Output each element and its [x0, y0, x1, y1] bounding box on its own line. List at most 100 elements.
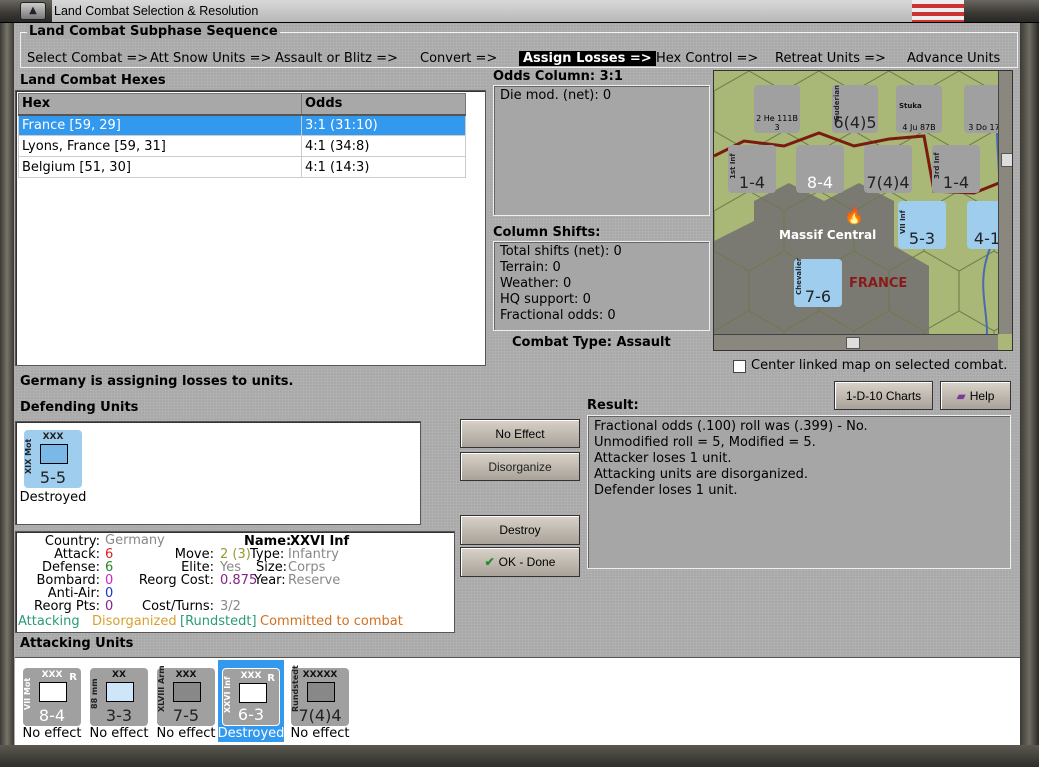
window-menu-button[interactable]: ▲: [20, 2, 46, 20]
status-attacking: Attacking: [18, 614, 80, 629]
table-row[interactable]: France [59, 29] 3:1 (31:10): [18, 114, 466, 136]
unit-counter-text: R: [69, 672, 77, 683]
no-effect-button[interactable]: No Effect: [460, 419, 580, 448]
vscroll-thumb[interactable]: [1001, 153, 1012, 167]
hexes-table-box: Hex Odds France [59, 29] 3:1 (31:10) Lyons…: [15, 90, 486, 366]
map-view[interactable]: Massif Central FRANCE 🔥 2 He 111B 3 Gude…: [713, 70, 1013, 351]
artillery-icon: [106, 682, 134, 702]
map-counter[interactable]: 2 He 111B 3: [754, 85, 800, 133]
destroy-button[interactable]: Destroy: [460, 515, 580, 545]
ok-done-button[interactable]: ✔ OK - Done: [460, 547, 580, 577]
window-frame-left: [0, 23, 14, 767]
shift-hq: HQ support: 0: [500, 292, 591, 307]
shift-total: Total shifts (net): 0: [500, 244, 622, 259]
status-disorganized: Disorganized: [92, 614, 177, 629]
attacking-unit-counter[interactable]: XXXXX Rundstedt 7(4)4: [291, 665, 349, 726]
shift-weather: Weather: 0: [500, 276, 572, 291]
col-hex[interactable]: Hex: [18, 93, 302, 116]
map-counter[interactable]: 3rd Inf 1-4: [932, 145, 980, 193]
result-line: Attacker loses 1 unit.: [594, 451, 732, 466]
result-line: Defender loses 1 unit.: [594, 483, 738, 498]
attacking-unit-counter[interactable]: XXX VII Mot R 8-4: [23, 668, 81, 726]
checkmark-icon: ✔: [484, 555, 495, 569]
odds-cell: 4:1 (34:8): [301, 135, 466, 157]
map-counter[interactable]: 7(4)4: [864, 145, 912, 193]
step-retreat-units: Retreat Units =>: [775, 51, 886, 66]
hex-cell: Lyons, France [59, 31]: [18, 135, 302, 157]
map-label-massif: Massif Central: [779, 228, 876, 242]
map-counter[interactable]: Chevalier 7-6: [794, 258, 842, 307]
window-frame-right: [1020, 23, 1039, 767]
combat-type: Combat Type: Assault: [512, 335, 671, 350]
col-odds[interactable]: Odds: [301, 93, 466, 116]
armor-icon: [173, 682, 201, 702]
attacking-unit-counter[interactable]: XX 88 mm 3-3: [90, 668, 148, 726]
unit-counter-text: 5-3: [908, 229, 936, 248]
disorganize-button[interactable]: Disorganize: [460, 452, 580, 481]
reorg-value: 0: [105, 599, 114, 614]
attacking-unit-result: No effect: [22, 726, 82, 741]
shifts-title: Column Shifts:: [493, 225, 601, 240]
map-hscrollbar[interactable]: [714, 334, 998, 350]
help-button[interactable]: ▰ Help: [940, 381, 1011, 410]
unit-counter-text: 8-4: [38, 706, 66, 725]
defending-unit-counter[interactable]: XXX XIX Mot 5-5: [24, 430, 82, 488]
reorg-label: Reorg Pts:: [34, 599, 100, 614]
attacking-units-panel: XXX VII Mot R 8-4 No effect XX 88 mm 3-3 No e…: [15, 657, 1020, 745]
hexes-title: Land Combat Hexes: [20, 73, 166, 88]
cost-turns-label: Cost/Turns:: [142, 599, 214, 614]
unit-counter-text: 7-6: [804, 287, 832, 306]
result-line: Attacking units are disorganized.: [594, 467, 808, 482]
unit-counter-text: 6(4)5: [833, 113, 877, 132]
help-book-icon: ▰: [956, 388, 966, 403]
attacking-unit-result: No effect: [156, 726, 216, 741]
reorg-cost-label: Reorg Cost:: [138, 573, 214, 588]
charts-button[interactable]: 1-D-10 Charts: [834, 381, 933, 410]
map-label-france: FRANCE: [849, 276, 907, 291]
center-map-checkbox[interactable]: [733, 360, 746, 373]
subphase-sequence: Land Combat Subphase Sequence Select Com…: [20, 24, 1018, 68]
odds-cell: 3:1 (31:10): [301, 114, 466, 136]
motorized-infantry-icon: [40, 444, 68, 464]
hscroll-thumb[interactable]: [846, 337, 860, 349]
attacking-unit-counter[interactable]: XXX XXVI Inf R 6-3: [222, 668, 280, 726]
unit-counter-text: 7(4)4: [298, 706, 342, 725]
map-counter[interactable]: VII Inf 5-3: [898, 201, 946, 249]
map-counter[interactable]: Stuka 4 Ju 87B: [896, 85, 942, 133]
window-frame-bottom: [0, 745, 1039, 767]
step-hex-control: Hex Control =>: [656, 51, 759, 66]
map-counter[interactable]: Guderian 6(4)5: [832, 85, 878, 133]
unit-counter-text: R: [267, 673, 275, 684]
year-label: Year:: [254, 573, 286, 588]
step-convert: Convert =>: [420, 51, 498, 66]
combat-fire-icon: 🔥: [844, 206, 864, 225]
unit-info-box: Country: Germany Attack: 6 Defense: 6 Bomba…: [15, 531, 455, 633]
subphase-title: Land Combat Subphase Sequence: [27, 24, 280, 39]
map-counter-name: Stuka: [899, 102, 922, 110]
table-row[interactable]: Belgium [51, 30] 4:1 (14:3): [18, 156, 466, 178]
odds-title: Odds Column: 3:1: [493, 69, 623, 84]
map-counter[interactable]: 8-4: [796, 145, 844, 193]
odds-box: Die mod. (net): 0: [493, 85, 710, 216]
germany-flag-icon: [912, 0, 964, 22]
unit-counter-text: 2 He 111B 3: [756, 114, 798, 132]
result-title: Result:: [587, 398, 639, 413]
table-row[interactable]: Lyons, France [59, 31] 4:1 (34:8): [18, 135, 466, 157]
status-text: Germany is assigning losses to units.: [20, 374, 294, 389]
status-committed: Committed to combat: [260, 614, 403, 629]
result-box: Fractional odds (.100) roll was (.399) -…: [587, 415, 1011, 569]
step-att-snow: Att Snow Units =>: [150, 51, 272, 66]
hex-cell: Belgium [51, 30]: [18, 156, 302, 178]
attacking-unit-result: No effect: [89, 726, 149, 741]
infantry-icon: [39, 682, 67, 702]
attacking-unit-counter[interactable]: XXX XLVIII Arm 7-5: [157, 665, 215, 726]
unit-counter-text: 8-4: [806, 173, 834, 192]
map-counter[interactable]: 1st Inf 1-4: [728, 145, 776, 193]
help-label: Help: [969, 388, 995, 403]
year-value: Reserve: [288, 573, 341, 588]
step-select-combat: Select Combat =>: [27, 51, 149, 66]
result-line: Fractional odds (.100) roll was (.399) -…: [594, 419, 868, 434]
map-vscrollbar[interactable]: [998, 71, 1012, 334]
unit-counter-text: 5-5: [39, 468, 67, 487]
attacking-title: Attacking Units: [20, 636, 134, 651]
